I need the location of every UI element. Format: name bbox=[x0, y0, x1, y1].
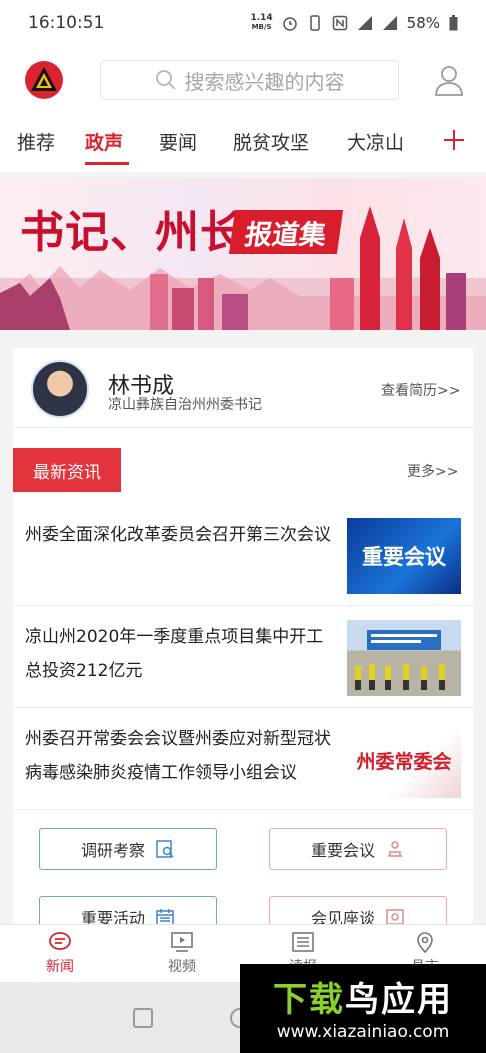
active-tab-indicator bbox=[85, 162, 129, 165]
official-profile[interactable]: 林书成 凉山彝族自治州州委书记 查看简历>> bbox=[13, 348, 473, 428]
signal-icon bbox=[357, 16, 372, 30]
add-channel-icon[interactable] bbox=[442, 128, 466, 152]
construction-photo bbox=[355, 630, 445, 690]
news-title: 凉山州2020年一季度重点项目集中开工 总投资212亿元 bbox=[25, 627, 324, 681]
newspaper-icon bbox=[292, 932, 314, 952]
news-title: 州委召开常委会会议暨州委应对新型冠状病毒感染肺炎疫情工作领导小组会议 bbox=[25, 729, 331, 783]
tab-poverty[interactable]: 脱贫攻坚 bbox=[233, 128, 309, 155]
view-resume-link[interactable]: 查看简历>> bbox=[381, 380, 460, 400]
top-bar: 搜索感兴趣的内容 bbox=[0, 46, 486, 114]
news-item[interactable]: 州委全面深化改革委员会召开第三次会议 重要会议 bbox=[13, 506, 473, 606]
news-thumbnail: 州委常委会 bbox=[347, 722, 461, 798]
search-input[interactable]: 搜索感兴趣的内容 bbox=[100, 60, 399, 100]
banner-tag: 报道集 bbox=[228, 210, 344, 254]
news-icon bbox=[49, 932, 71, 950]
user-icon[interactable] bbox=[434, 64, 464, 96]
alarm-icon bbox=[282, 17, 297, 31]
status-bar: 16:10:51 1.14 MB/S 58% bbox=[0, 0, 486, 46]
news-section-header: 最新资讯 更多>> bbox=[13, 448, 473, 494]
app-logo[interactable] bbox=[24, 60, 64, 100]
clock: 16:10:51 bbox=[28, 13, 105, 33]
banner[interactable]: 书记、州长 报道集 bbox=[0, 178, 486, 330]
tab-zhengsheng[interactable]: 政声 bbox=[85, 128, 123, 155]
content-card: 林书成 凉山彝族自治州州委书记 查看简历>> 最新资讯 更多>> 州委全面深化改… bbox=[13, 348, 473, 968]
meeting-icon bbox=[388, 841, 402, 857]
important-meeting-button[interactable]: 重要会议 bbox=[269, 828, 447, 870]
location-icon bbox=[417, 932, 433, 953]
news-section-label: 最新资讯 bbox=[13, 448, 121, 492]
news-title: 州委全面深化改革委员会召开第三次会议 bbox=[25, 525, 331, 545]
banner-title: 书记、州长 bbox=[20, 207, 245, 258]
search-icon bbox=[155, 70, 176, 90]
signal-4g-icon bbox=[382, 16, 397, 30]
search-placeholder: 搜索感兴趣的内容 bbox=[184, 69, 345, 94]
news-thumbnail bbox=[347, 620, 461, 696]
watermark: 下载鸟应用 www.xiazainiao.com bbox=[240, 964, 486, 1053]
recent-apps-button[interactable] bbox=[133, 1008, 153, 1028]
tab-yaowen[interactable]: 要闻 bbox=[159, 128, 197, 155]
battery-percent: 58% bbox=[406, 14, 440, 32]
avatar bbox=[31, 360, 89, 418]
status-icons: 1.14 MB/S 58% bbox=[250, 14, 458, 32]
nav-news[interactable]: 新闻 bbox=[25, 931, 95, 976]
tab-daliangshan[interactable]: 大凉山 bbox=[347, 128, 404, 155]
news-item[interactable]: 凉山州2020年一季度重点项目集中开工 总投资212亿元 bbox=[13, 608, 473, 708]
tab-recommend[interactable]: 推荐 bbox=[17, 128, 55, 155]
news-more-link[interactable]: 更多>> bbox=[407, 461, 458, 481]
research-icon bbox=[156, 840, 174, 858]
channel-tabs: 推荐 政声 要闻 脱贫攻坚 大凉山 bbox=[0, 114, 486, 172]
nfc-icon bbox=[332, 15, 347, 31]
official-title: 凉山彝族自治州州委书记 bbox=[108, 397, 262, 413]
battery-icon bbox=[449, 15, 458, 31]
vibrate-icon bbox=[309, 15, 320, 31]
research-button[interactable]: 调研考察 bbox=[39, 828, 217, 870]
video-icon bbox=[171, 932, 193, 952]
nav-video[interactable]: 视频 bbox=[147, 931, 217, 976]
watermark-url: www.xiazainiao.com bbox=[276, 1022, 450, 1042]
watermark-title: 下载鸟应用 bbox=[273, 980, 453, 1020]
news-thumbnail: 重要会议 bbox=[347, 518, 461, 594]
network-speed: 1.14 MB/S bbox=[250, 13, 273, 32]
news-item[interactable]: 州委召开常委会会议暨州委应对新型冠状病毒感染肺炎疫情工作领导小组会议 州委常委会 bbox=[13, 710, 473, 810]
